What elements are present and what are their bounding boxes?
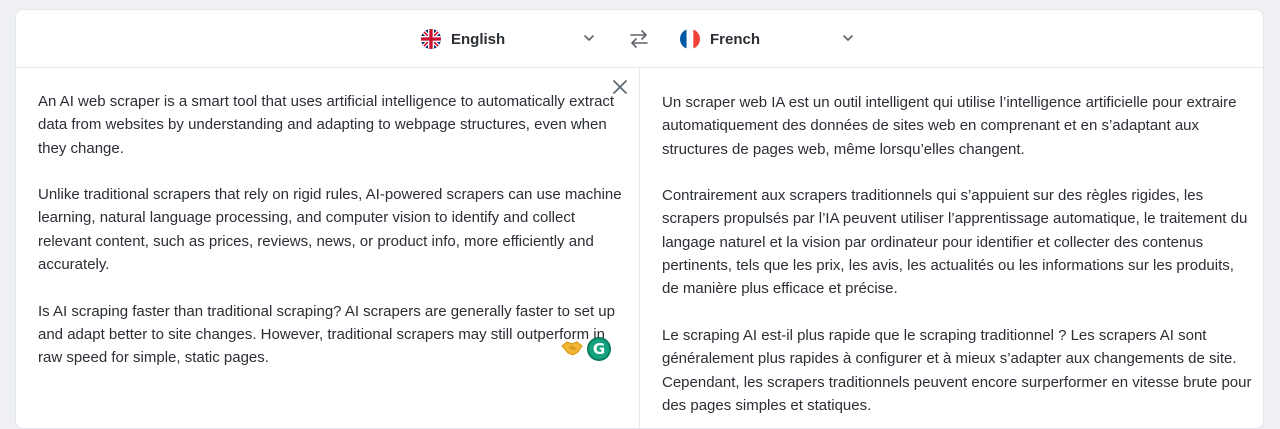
translation-output: Un scraper web IA est un outil intellige…: [662, 68, 1252, 428]
pane-divider: [639, 68, 640, 428]
source-language-select[interactable]: English: [421, 26, 596, 52]
target-language-label: French: [710, 30, 761, 48]
swap-arrows-icon[interactable]: [627, 28, 651, 50]
translated-paragraph: Le scraping AI est-il plus rapide que le…: [662, 326, 1252, 414]
handshake-emoji-icon[interactable]: [561, 339, 583, 357]
source-paragraph: An AI web scraper is a smart tool that u…: [38, 93, 615, 157]
chevron-down-icon: [841, 31, 855, 45]
source-paragraph: Unlike traditional scrapers that rely on…: [38, 186, 622, 274]
source-language-label: English: [451, 30, 506, 48]
chevron-down-icon: [582, 31, 596, 45]
translated-paragraph: Un scraper web IA est un outil intellige…: [662, 94, 1237, 158]
target-language-select[interactable]: French: [680, 26, 855, 52]
translator-card: English French An AI web scraper is a sm…: [15, 9, 1264, 429]
grammarly-letter: G: [592, 339, 606, 358]
uk-flag-icon: [421, 29, 441, 49]
language-bar: English French: [16, 10, 1263, 68]
france-flag-icon: [680, 29, 700, 49]
translated-paragraph: Contrairement aux scrapers traditionnels…: [662, 187, 1248, 298]
source-text-area[interactable]: An AI web scraper is a smart tool that u…: [38, 68, 623, 393]
close-icon[interactable]: [611, 78, 629, 96]
grammarly-icon[interactable]: G: [587, 337, 611, 361]
source-paragraph: Is AI scraping faster than traditional s…: [38, 302, 615, 367]
